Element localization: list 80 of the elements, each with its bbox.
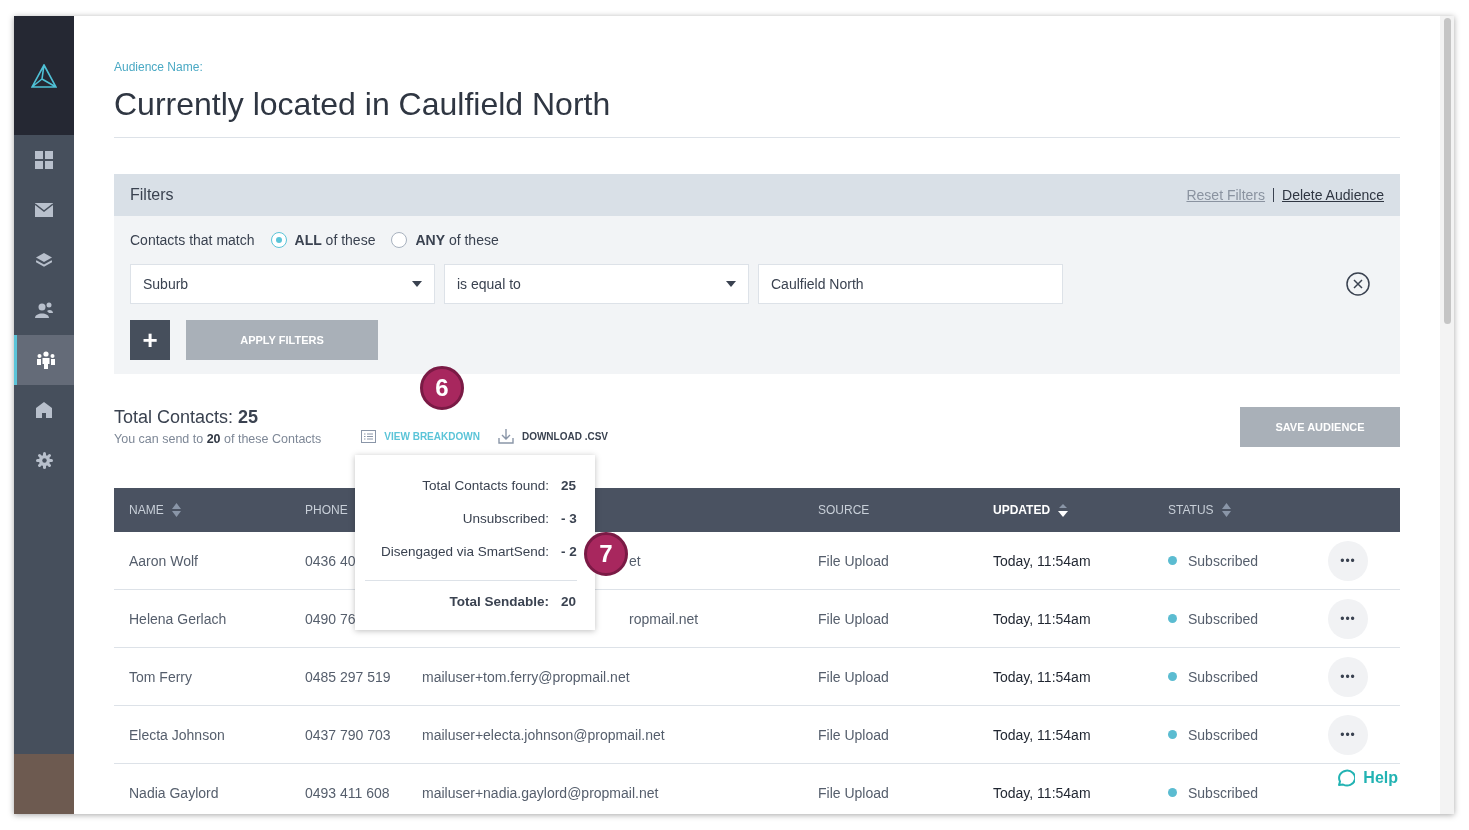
- table-cell: 0436 40: [305, 552, 356, 569]
- table-cell: Subscribed: [1188, 668, 1259, 685]
- download-csv-link[interactable]: DOWNLOAD .CSV: [521, 430, 608, 442]
- table-cell: File Upload: [818, 726, 889, 743]
- table-cell: Electa Johnson: [129, 726, 225, 743]
- total-contacts: Total Contacts: 25: [114, 407, 260, 428]
- value-field[interactable]: Caulfield North: [758, 264, 1063, 304]
- table-cell: File Upload: [818, 668, 889, 685]
- column-header[interactable]: PHONE: [305, 503, 348, 517]
- table-cell: 0485 297 519: [305, 668, 391, 685]
- table-cell: File Upload: [818, 552, 889, 569]
- table-cell: Subscribed: [1188, 726, 1259, 743]
- field-label: Audience Name:: [114, 60, 204, 74]
- layers-icon: [36, 253, 52, 267]
- column-header[interactable]: SOURCE: [818, 503, 870, 517]
- add-filter-button[interactable]: +: [130, 320, 170, 360]
- step-badge: 7: [584, 532, 628, 576]
- table-cell: File Upload: [818, 610, 889, 627]
- more-button[interactable]: •••: [1328, 598, 1368, 639]
- step-badge: 6: [420, 366, 464, 410]
- table-cell: Aaron Wolf: [129, 552, 198, 569]
- home-icon: [36, 402, 52, 418]
- chat-icon: [1335, 768, 1356, 788]
- table-cell: mailuser+nadia.gaylord@propmail.net: [422, 784, 659, 801]
- sort-icon[interactable]: [1058, 503, 1069, 517]
- radio-label: ANY of these: [415, 232, 499, 248]
- field-dropdown[interactable]: Suburb: [130, 264, 435, 304]
- more-button[interactable]: •••: [1328, 540, 1368, 581]
- table-cell: Today, 11:54am: [993, 552, 1091, 569]
- download-icon: [497, 428, 514, 444]
- breakdown-label: Disengaged via SmartSend:: [380, 544, 549, 559]
- close-icon[interactable]: [1346, 272, 1370, 296]
- contacts-icon: [35, 302, 53, 318]
- sidebar-item[interactable]: [14, 335, 74, 385]
- radio-button[interactable]: [391, 232, 408, 248]
- people-icon: [35, 351, 56, 369]
- breakdown-label: Unsubscribed:: [462, 511, 549, 526]
- match-label: Contacts that match: [130, 232, 255, 248]
- panel-title: Filters: [130, 186, 174, 204]
- table-cell: 0490 76: [305, 610, 356, 627]
- sendable-text: You can send to 20 of these Contacts: [114, 432, 322, 446]
- scrollbar[interactable]: [1440, 16, 1454, 814]
- table-cell: mailuser+tom.ferry@propmail.net: [422, 668, 630, 685]
- mail-icon: [35, 203, 53, 217]
- settings-icon: [35, 451, 53, 469]
- grid-icon: [35, 151, 53, 169]
- column-header[interactable]: NAME: [129, 503, 164, 517]
- table-cell: 0437 790 703: [305, 726, 391, 743]
- logo-icon: [31, 63, 57, 88]
- table-cell: Subscribed: [1188, 552, 1259, 569]
- breakdown-label: Total Contacts found:: [422, 478, 549, 493]
- table-cell: Today, 11:54am: [993, 610, 1091, 627]
- table-cell: 0493 411 608: [305, 784, 390, 801]
- table-cell: ropmail.net: [629, 610, 699, 627]
- table-cell: Tom Ferry: [129, 668, 192, 685]
- breakdown-value: - 2: [561, 544, 577, 559]
- table-cell: et: [629, 552, 641, 569]
- column-header[interactable]: UPDATED: [993, 503, 1051, 517]
- more-button[interactable]: •••: [1328, 656, 1368, 697]
- table-cell: mailuser+electa.johnson@propmail.net: [422, 726, 665, 743]
- table-cell: Today, 11:54am: [993, 726, 1091, 743]
- table-cell: Today, 11:54am: [993, 668, 1091, 685]
- radio-label: ALL of these: [294, 232, 376, 248]
- table-cell: Today, 11:54am: [993, 784, 1091, 801]
- text-link[interactable]: Delete Audience: [1282, 187, 1384, 203]
- list-icon: [361, 429, 377, 443]
- audience-title: Currently located in Caulfield North: [114, 86, 612, 123]
- breakdown-label: Total Sendable:: [449, 594, 549, 609]
- table-cell: Subscribed: [1188, 610, 1259, 627]
- table-cell: File Upload: [818, 784, 889, 801]
- more-button[interactable]: •••: [1328, 714, 1368, 755]
- breakdown-value: 25: [561, 478, 577, 493]
- table-cell: Helena Gerlach: [129, 610, 227, 627]
- breakdown-value: - 3: [561, 511, 577, 526]
- breakdown-value: 20: [561, 594, 577, 609]
- operator-dropdown[interactable]: is equal to: [444, 264, 749, 304]
- table-cell: Nadia Gaylord: [129, 784, 219, 801]
- column-header[interactable]: STATUS: [1168, 503, 1214, 517]
- radio-button[interactable]: [270, 232, 287, 248]
- table-cell: Subscribed: [1188, 784, 1259, 801]
